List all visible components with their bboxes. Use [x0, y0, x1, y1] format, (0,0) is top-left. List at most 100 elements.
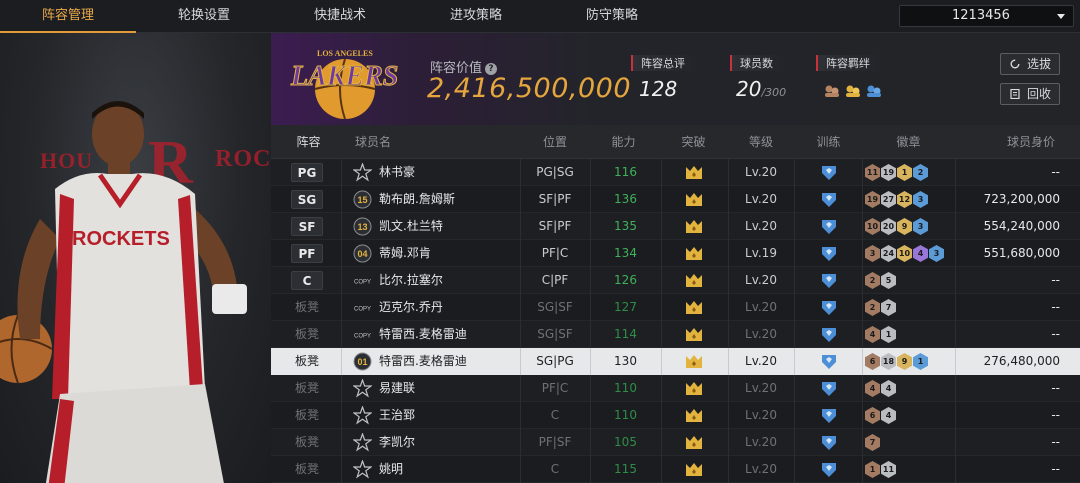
recycle-button[interactable]: 回收 [1000, 83, 1060, 105]
badge-hex: 18 [881, 353, 896, 370]
col-breakthrough[interactable]: 突破 [666, 125, 721, 159]
col-player-value[interactable]: 球员身价 [991, 125, 1071, 159]
badge-list[interactable]: 41 [865, 326, 897, 343]
badge-list[interactable]: 25 [865, 272, 897, 289]
player-name[interactable]: 比尔.拉塞尔 [379, 267, 443, 294]
player-position: C|PF [541, 273, 569, 287]
badge-list[interactable]: 1 11 [865, 461, 897, 478]
badge-list[interactable]: 3 24 10 4 3 [865, 245, 945, 262]
crown-icon[interactable] [685, 382, 703, 396]
col-lineup[interactable]: 阵容 [286, 125, 331, 159]
training-shield-icon[interactable] [821, 246, 837, 261]
training-shield-icon[interactable] [821, 381, 837, 396]
badge-list[interactable]: 11 19 1 2 [865, 164, 929, 181]
col-badges[interactable]: 徽章 [871, 125, 946, 159]
training-shield-icon[interactable] [821, 354, 837, 369]
column-divider [341, 375, 342, 402]
col-training[interactable]: 训练 [801, 125, 856, 159]
training-shield-icon[interactable] [821, 192, 837, 207]
player-name[interactable]: 勒布朗.詹姆斯 [379, 186, 455, 213]
lineup-slot[interactable]: C [291, 271, 323, 290]
tab-offense-strategy[interactable]: 进攻策略 [408, 0, 544, 33]
col-ability[interactable]: 能力 [596, 125, 651, 159]
lineup-slot[interactable]: 板凳 [291, 325, 323, 344]
player-name[interactable]: 蒂姆.邓肯 [379, 240, 431, 267]
lakers-logo-text: LAKERS [290, 61, 398, 92]
crown-icon[interactable] [685, 247, 703, 261]
table-row[interactable]: PF 04 蒂姆.邓肯 PF|C 134 Lv.19 3 24 10 4 3 551,680,000 [271, 240, 1080, 267]
table-row[interactable]: C COPY 比尔.拉塞尔 C|PF 126 Lv.20 2 5 -- [271, 267, 1080, 294]
badge-hex: 4 [865, 326, 880, 343]
badge-list[interactable]: 44 [865, 380, 897, 397]
crown-icon[interactable] [685, 193, 703, 207]
player-name[interactable]: 特雷西.麦格雷迪 [379, 348, 467, 375]
lineup-slot[interactable]: 板凳 [291, 460, 323, 479]
training-shield-icon[interactable] [821, 462, 837, 477]
badge-list[interactable]: 7 [865, 434, 881, 451]
crown-icon[interactable] [685, 301, 703, 315]
lineup-slot[interactable]: 板凳 [291, 298, 323, 317]
chemistry-icons[interactable] [823, 81, 885, 99]
player-name[interactable]: 迈克尔.乔丹 [379, 294, 443, 321]
training-shield-icon[interactable] [821, 273, 837, 288]
lineup-slot[interactable]: 板凳 [291, 352, 323, 371]
table-row[interactable]: 板凳 王治郅 C 110 Lv.20 6 4 -- [271, 402, 1080, 429]
badge-list[interactable]: 27 [865, 299, 897, 316]
training-shield-icon[interactable] [821, 219, 837, 234]
player-name[interactable]: 李凯尔 [379, 429, 415, 456]
badge-list[interactable]: 6 18 9 1 [865, 353, 929, 370]
table-row[interactable]: 板凳 COPY 特雷西.麦格雷迪 SG|SF 114 Lv.20 4 1 -- [271, 321, 1080, 348]
player-name[interactable]: 林书豪 [379, 159, 415, 186]
tab-quick-tactics[interactable]: 快捷战术 [272, 0, 408, 33]
training-shield-icon[interactable] [821, 300, 837, 315]
player-level: Lv.20 [745, 327, 777, 341]
player-name[interactable]: 特雷西.麦格雷迪 [379, 321, 467, 348]
col-position[interactable]: 位置 [520, 125, 590, 159]
crown-icon[interactable] [685, 166, 703, 180]
crown-icon[interactable] [685, 355, 703, 369]
table-row[interactable]: 板凳 李凯尔 PF|SF 105 Lv.20 7 -- [271, 429, 1080, 456]
training-shield-icon[interactable] [821, 408, 837, 423]
lineup-slot[interactable]: 板凳 [291, 379, 323, 398]
badge-list[interactable]: 19 27 12 3 [865, 191, 929, 208]
badge-list[interactable]: 64 [865, 407, 897, 424]
lineup-slot[interactable]: SF [291, 217, 323, 236]
lineup-slot[interactable]: SG [291, 190, 323, 209]
table-row[interactable]: 板凳 01 特雷西.麦格雷迪 SG|PG 130 Lv.20 6 18 9 1 276,480,00… [271, 348, 1080, 375]
tab-lineup-management[interactable]: 阵容管理 [0, 0, 136, 33]
column-divider [862, 402, 863, 429]
col-player-name[interactable]: 球员名 [341, 125, 401, 159]
crown-icon[interactable] [685, 409, 703, 423]
tab-rotation-settings[interactable]: 轮换设置 [136, 0, 272, 33]
player-name[interactable]: 易建联 [379, 375, 415, 402]
table-row[interactable]: 板凳 易建联 PF|C 110 Lv.20 4 4 -- [271, 375, 1080, 402]
lineup-slot[interactable]: PF [291, 244, 323, 263]
crown-icon[interactable] [685, 463, 703, 477]
crown-icon[interactable] [685, 436, 703, 450]
column-divider [661, 429, 662, 456]
crown-icon[interactable] [685, 220, 703, 234]
training-shield-icon[interactable] [821, 327, 837, 342]
badge-list[interactable]: 10 20 9 3 [865, 218, 929, 235]
training-shield-icon[interactable] [821, 435, 837, 450]
player-name[interactable]: 姚明 [379, 456, 403, 483]
player-level: Lv.20 [745, 165, 777, 179]
table-row[interactable]: SG 15 勒布朗.詹姆斯 SF|PF 136 Lv.20 19 27 12 3 723,200,0… [271, 186, 1080, 213]
player-name[interactable]: 凯文.杜兰特 [379, 213, 443, 240]
crown-icon[interactable] [685, 274, 703, 288]
player-level: Lv.20 [745, 408, 777, 422]
table-row[interactable]: 板凳 COPY 迈克尔.乔丹 SG|SF 127 Lv.20 2 7 -- [271, 294, 1080, 321]
table-row[interactable]: PG 林书豪 PG|SG 116 Lv.20 11 19 1 2 -- [271, 159, 1080, 186]
lineup-slot[interactable]: 板凳 [291, 406, 323, 425]
col-level[interactable]: 等级 [731, 125, 791, 159]
account-id-dropdown[interactable]: 1213456 [899, 5, 1074, 27]
table-row[interactable]: 板凳 姚明 C 115 Lv.20 1 11 -- [271, 456, 1080, 483]
player-name[interactable]: 王治郅 [379, 402, 415, 429]
select-button[interactable]: 选拔 [1000, 53, 1060, 75]
crown-icon[interactable] [685, 328, 703, 342]
lineup-slot[interactable]: 板凳 [291, 433, 323, 452]
tab-defense-strategy[interactable]: 防守策略 [544, 0, 680, 33]
training-shield-icon[interactable] [821, 165, 837, 180]
lineup-slot[interactable]: PG [291, 163, 323, 182]
table-row[interactable]: SF 13 凯文.杜兰特 SF|PF 135 Lv.20 10 20 9 3 554,240,000 [271, 213, 1080, 240]
